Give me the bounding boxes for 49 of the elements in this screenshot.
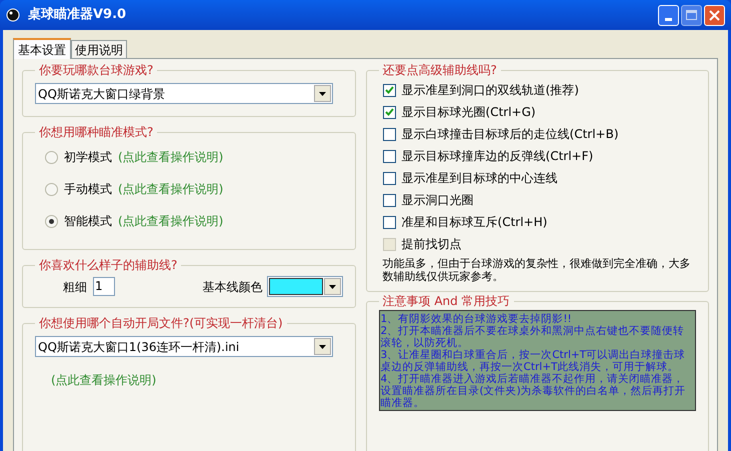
checkbox-label: 提前找切点 [402,236,462,253]
help-link[interactable]: (点此查看操作说明) [118,180,224,198]
checkbox[interactable] [382,216,396,228]
tab[interactable]: 基本设置 [13,38,71,59]
checkbox-label: 显示准星到目标球的中心连线 [402,170,558,187]
group-title: 你想使用哪个自动开局文件?(可实现一杆清台) [38,315,284,332]
radio-button[interactable] [45,214,58,228]
radio-label: 智能模式 [64,213,112,230]
checkbox-label: 显示洞口光圈 [402,192,474,209]
checkbox[interactable] [382,106,396,118]
group-title: 还要点高级辅助线吗? [382,62,498,79]
checkbox-label: 显示白球撞击目标球后的走位线(Ctrl+B) [402,126,619,143]
help-link[interactable]: (点此查看操作说明) [51,373,156,387]
checkbox-label: 显示目标球光圈(Ctrl+G) [402,104,536,121]
close-button[interactable] [704,4,725,26]
dropdown-value: QQ斯诺克大窗口绿背景 [37,86,166,102]
radio-button[interactable] [45,150,58,164]
group-title: 你喜欢什么样子的辅助线? [38,257,178,274]
maximize-button[interactable] [681,4,702,26]
checkbox[interactable] [382,150,396,162]
checkbox[interactable] [382,84,396,96]
checkbox-label: 显示目标球撞库边的反弹线(Ctrl+F) [402,148,594,165]
group-title: 你想用哪种瞄准模式? [38,124,154,141]
dropdown-value: QQ斯诺克大窗口1(36连环一杆清).ini [37,338,240,356]
radio-button[interactable] [45,182,58,196]
radio-label: 手动模式 [64,181,112,198]
thickness-label: 粗细 [63,278,87,296]
group-title: 你要玩哪款台球游戏? [38,62,154,79]
color-dropdown[interactable] [266,276,343,297]
checkbox[interactable] [382,172,396,184]
minimize-button[interactable] [658,4,679,26]
help-link[interactable]: (点此查看操作说明) [118,148,224,166]
dropdown[interactable]: QQ斯诺克大窗口绿背景 [35,83,333,104]
tab[interactable]: 使用说明 [71,40,127,58]
advanced-note: 功能虽多，但由于台球游戏的复杂性，很难做到完全准确，大多数辅助线仅供玩家参考。 [382,257,692,283]
group-title: 注意事项 And 常用技巧 [382,293,511,310]
radio-label: 初学模式 [64,149,112,166]
checkbox[interactable] [382,194,396,206]
dropdown[interactable]: QQ斯诺克大窗口1(36连环一杆清).ini [35,336,333,357]
checkbox-label: 显示准星到洞口的双线轨道(推荐) [402,82,579,99]
line-color-label: 基本线颜色 [202,278,263,296]
help-link[interactable]: (点此查看操作说明) [118,212,224,230]
tips-text: 1、有阴影效果的台球游戏要去掉阴影!! 2、打开本瞄准器后不要在球桌外和黑洞中点右键也不要随便转滚轮，以防死机。 3、让准星圈和白球重合后，按一次Ctrl+T可以调出白球撞击球桌边的反弹辅助线，再按一次Ctrl+T此线消失，可用于解球。 4、打开瞄准器进入游戏后若瞄准器不起作用，请关闭瞄准器，设置瞄准器所在目录(文件夹)为杀毒软件的白名单，然后再打开瞄准器。 [378,310,696,411]
thickness-field[interactable]: 1 [93,277,115,296]
window-title: 桌球瞄准器V9.0 [28,6,126,24]
checkbox[interactable] [382,128,396,140]
close-icon [709,10,720,20]
checkbox-label: 准星和目标球互斥(Ctrl+H) [402,214,548,231]
billiard-ball-icon [6,8,20,22]
